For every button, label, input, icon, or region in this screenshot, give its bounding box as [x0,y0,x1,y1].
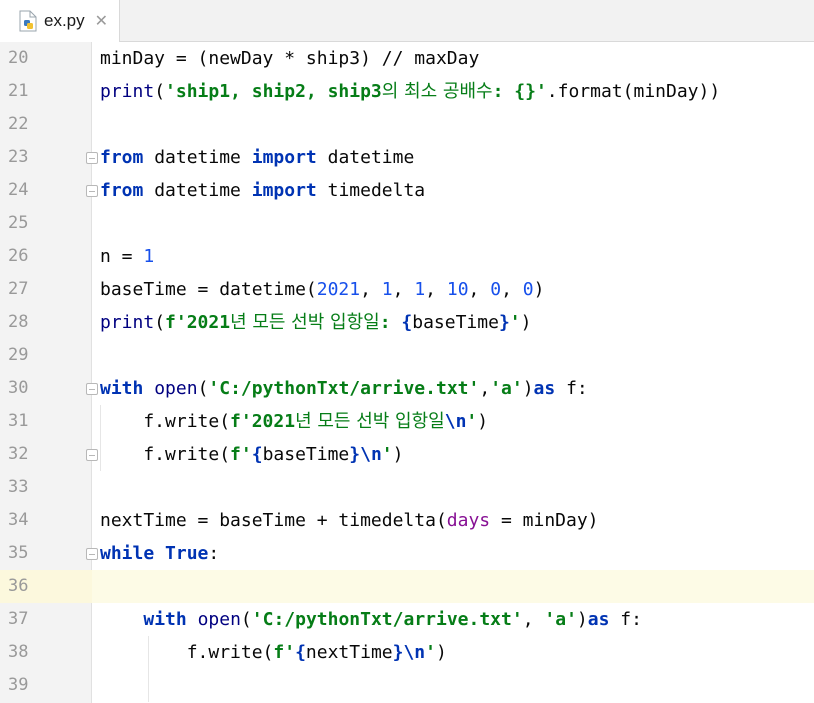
line-number: 32 [8,444,29,464]
line-number: 28 [8,312,29,332]
code-line[interactable]: 27 baseTime = datetime(2021, 1, 1, 10, 0… [0,273,814,306]
code-line-current[interactable]: 36 [0,570,814,603]
line-number: 31 [8,411,29,431]
editor-tab-bar: ex.py ✕ [0,0,814,42]
code-line[interactable]: 24 from datetime import timedelta [0,174,814,207]
code-line[interactable]: 23 from datetime import datetime [0,141,814,174]
code-line[interactable]: 21 print('ship1, ship2, ship3의 최소 공배수: {… [0,75,814,108]
line-number: 33 [8,477,29,497]
line-number: 27 [8,279,29,299]
code-line[interactable]: 32 f.write(f'{baseTime}\n') [0,438,814,471]
line-number: 22 [8,114,29,134]
code-text: from datetime import datetime [100,147,415,168]
code-line[interactable]: 30 with open('C:/pythonTxt/arrive.txt','… [0,372,814,405]
code-text: print('ship1, ship2, ship3의 최소 공배수: {}'.… [100,81,721,102]
code-text: print(f'2021년 모든 선박 입항일: {baseTime}') [100,312,532,333]
line-number: 29 [8,345,29,365]
line-number: 35 [8,543,29,563]
code-line[interactable]: 38 f.write(f'{nextTime}\n') [0,636,814,669]
code-line[interactable]: 20 minDay = (newDay * ship3) // maxDay [0,42,814,75]
line-number: 20 [8,48,29,68]
code-editor[interactable]: 20 minDay = (newDay * ship3) // maxDay 2… [0,42,814,703]
code-text: minDay = (newDay * ship3) // maxDay [100,48,480,69]
code-text: with open('C:/pythonTxt/arrive.txt', 'a'… [143,609,642,630]
code-line[interactable]: 35 while True: [0,537,814,570]
fold-marker-icon[interactable] [86,185,98,197]
code-line[interactable]: 26 n = 1 [0,240,814,273]
code-line[interactable]: 25 [0,207,814,240]
code-line[interactable]: 37 with open('C:/pythonTxt/arrive.txt', … [0,603,814,636]
tab-ex-py[interactable]: ex.py ✕ [0,0,120,42]
code-text: while True: [100,543,220,564]
tab-label: ex.py [44,11,85,30]
fold-marker-icon[interactable] [86,152,98,164]
close-icon[interactable]: ✕ [95,13,108,29]
code-line[interactable]: 29 [0,339,814,372]
code-text: f.write(f'{baseTime}\n') [100,444,404,465]
code-text: f.write(f'{nextTime}\n') [100,642,447,663]
code-text: baseTime = datetime(2021, 1, 1, 10, 0, 0… [100,279,545,300]
code-text: from datetime import timedelta [100,180,426,201]
code-text: n = 1 [100,246,155,267]
code-text: f.write(f'2021년 모든 선박 입항일\n') [100,411,489,432]
code-line[interactable]: 34 nextTime = baseTime + timedelta(days … [0,504,814,537]
code-line[interactable]: 33 [0,471,814,504]
fold-marker-icon[interactable] [86,449,98,461]
python-file-icon [18,10,38,32]
line-number: 26 [8,246,29,266]
line-number: 23 [8,147,29,167]
code-text: with open('C:/pythonTxt/arrive.txt','a')… [100,378,588,399]
line-number: 30 [8,378,29,398]
line-number: 39 [8,675,29,695]
code-text: nextTime = baseTime + timedelta(days = m… [100,510,599,531]
line-number: 21 [8,81,29,101]
fold-marker-icon[interactable] [86,548,98,560]
line-number: 38 [8,642,29,662]
line-number: 34 [8,510,29,530]
line-number: 37 [8,609,29,629]
line-number: 25 [8,213,29,233]
fold-marker-icon[interactable] [86,383,98,395]
code-line[interactable]: 28 print(f'2021년 모든 선박 입항일: {baseTime}') [0,306,814,339]
code-line[interactable]: 39 [0,669,814,702]
line-number: 24 [8,180,29,200]
code-line[interactable]: 22 [0,108,814,141]
code-line[interactable]: 31 f.write(f'2021년 모든 선박 입항일\n') [0,405,814,438]
line-number: 36 [0,570,92,603]
